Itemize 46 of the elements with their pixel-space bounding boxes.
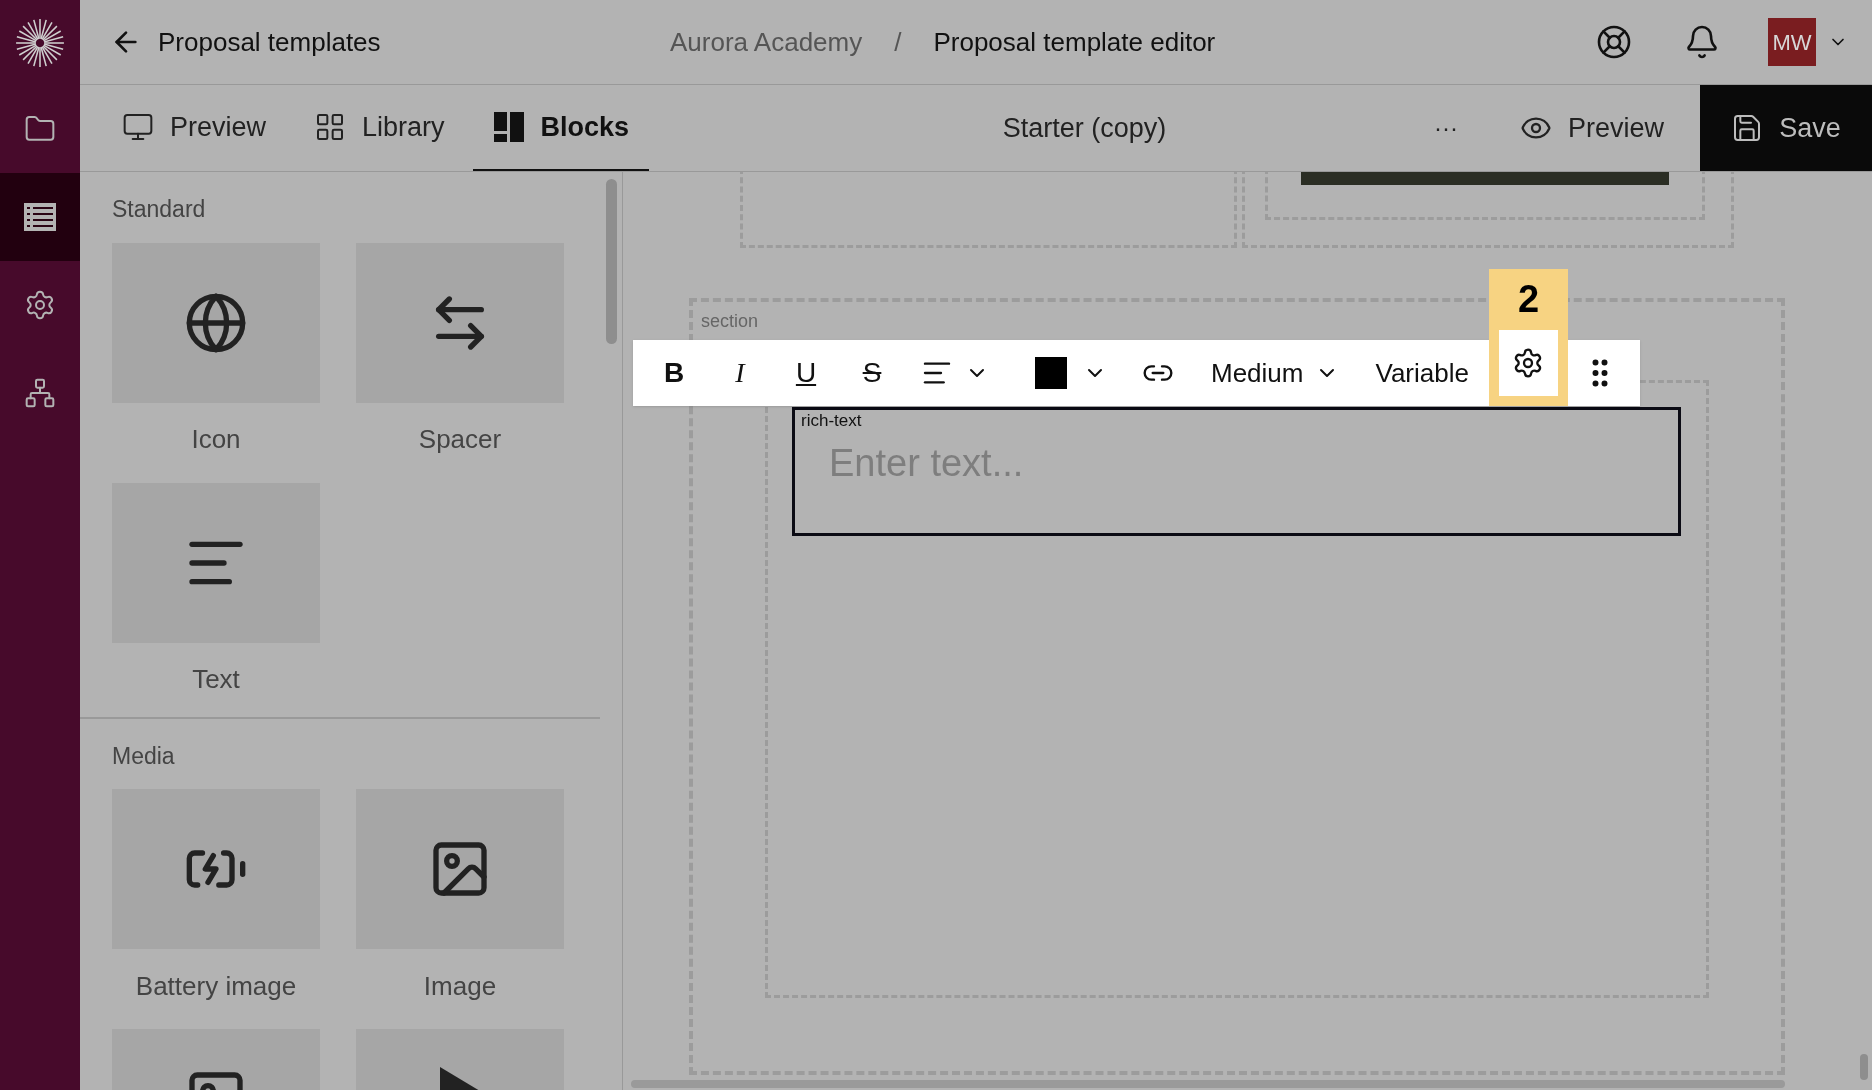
block-tile[interactable] xyxy=(112,482,320,643)
scrollbar-thumb[interactable] xyxy=(1860,1054,1868,1080)
block-label: Battery image xyxy=(135,969,297,1003)
document-title: Starter (copy) xyxy=(1002,111,1167,145)
breadcrumb-link[interactable]: Aurora Academy xyxy=(670,22,863,62)
block-tile[interactable] xyxy=(356,789,564,949)
section-heading: Standard xyxy=(112,195,206,224)
element-label: rich-text xyxy=(801,410,863,432)
save-button[interactable]: Save xyxy=(1700,85,1872,171)
preview-button[interactable]: Preview xyxy=(1503,85,1680,171)
italic-button[interactable]: I xyxy=(707,340,773,406)
notifications-icon[interactable] xyxy=(1684,24,1720,60)
list-icon xyxy=(24,203,56,231)
step-number: 2 xyxy=(1517,277,1539,322)
blocks-icon xyxy=(492,111,525,143)
section-label: section xyxy=(701,311,759,331)
underline-button[interactable]: U xyxy=(773,340,839,406)
breadcrumb-current: Proposal template editor xyxy=(933,25,1216,59)
settings-icon xyxy=(24,289,56,321)
hierarchy-icon xyxy=(24,377,56,409)
variable-button[interactable]: Variable xyxy=(1355,340,1489,406)
block-label: Text xyxy=(192,663,240,696)
scrollbar-track[interactable] xyxy=(631,1080,1785,1088)
block-tile[interactable] xyxy=(112,242,320,403)
block-label: Icon xyxy=(191,423,241,456)
strikethrough-button[interactable]: S xyxy=(839,340,905,406)
more-button[interactable]: ··· xyxy=(1410,85,1482,171)
nav-item[interactable] xyxy=(0,173,80,261)
scrollbar-thumb[interactable] xyxy=(606,179,617,344)
block-tile[interactable] xyxy=(356,242,564,403)
logo-icon xyxy=(14,16,66,69)
bold-button[interactable]: B xyxy=(641,340,707,406)
user-avatar[interactable]: MW xyxy=(1768,18,1816,66)
monitor-icon xyxy=(122,111,154,143)
settings-button[interactable] xyxy=(1498,330,1558,396)
panel-tab[interactable]: Blocks xyxy=(472,85,650,171)
size-dropdown[interactable]: Medium xyxy=(1195,340,1356,406)
block-label: Spacer xyxy=(418,423,502,456)
block-label: Image xyxy=(423,969,497,1003)
panel-tab[interactable]: Preview xyxy=(102,85,287,171)
breadcrumb-separator: / xyxy=(894,25,902,59)
panel-tab[interactable]: Library xyxy=(294,85,465,171)
help-icon[interactable] xyxy=(1596,24,1632,60)
block-tile[interactable] xyxy=(112,789,320,949)
section-heading: Media xyxy=(112,741,175,771)
back-link[interactable]: Proposal templates xyxy=(110,22,670,62)
